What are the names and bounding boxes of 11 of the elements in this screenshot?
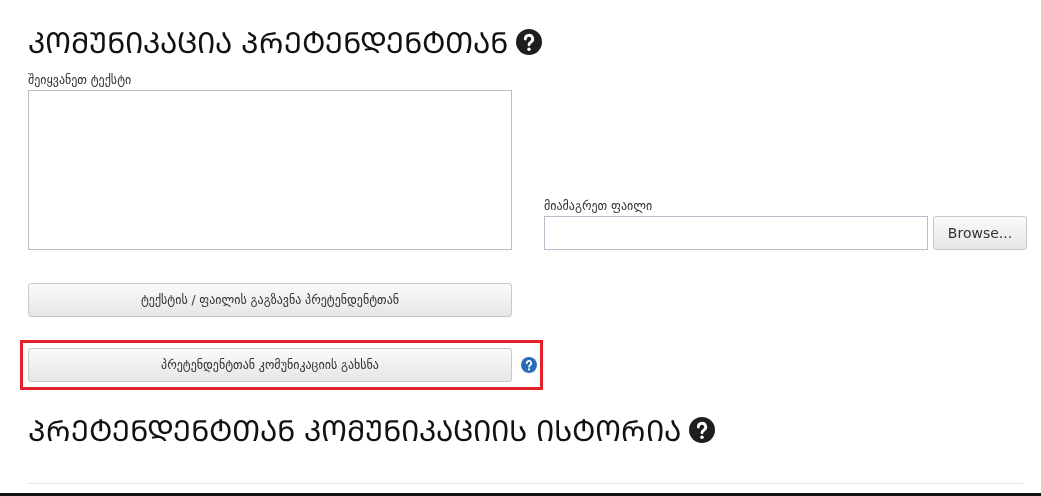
field-label: შეიყვანეთ ტექსტი: [28, 73, 133, 87]
help-icon[interactable]: [689, 416, 716, 443]
send-button[interactable]: ტექსტის / ფაილის გაგზავნა პრეტენდენტთან: [28, 283, 512, 317]
page-title: ᲙᲝᲛᲣᲜᲘᲙᲐᲪᲘᲐ ᲞᲠᲔᲢᲔᲜᲓᲔᲜᲢᲗᲐᲜ: [28, 25, 509, 61]
file-field[interactable]: [544, 216, 928, 250]
message-field[interactable]: [28, 90, 512, 250]
help-icon[interactable]: [516, 28, 543, 55]
field-label: მიამაგრეთ ფაილი: [544, 199, 654, 213]
section-heading: ᲞᲠᲔᲢᲔᲜᲓᲔᲜᲢᲗᲐᲜ ᲙᲝᲛᲣᲜᲘᲙᲐᲪᲘᲘᲡ ᲘᲡᲢᲝᲠᲘᲐ: [28, 413, 682, 449]
browse-button[interactable]: Browse...: [933, 216, 1027, 250]
open-communication-button[interactable]: პრეტენდენტთან კომუნიკაციის გახსნა: [28, 348, 512, 382]
